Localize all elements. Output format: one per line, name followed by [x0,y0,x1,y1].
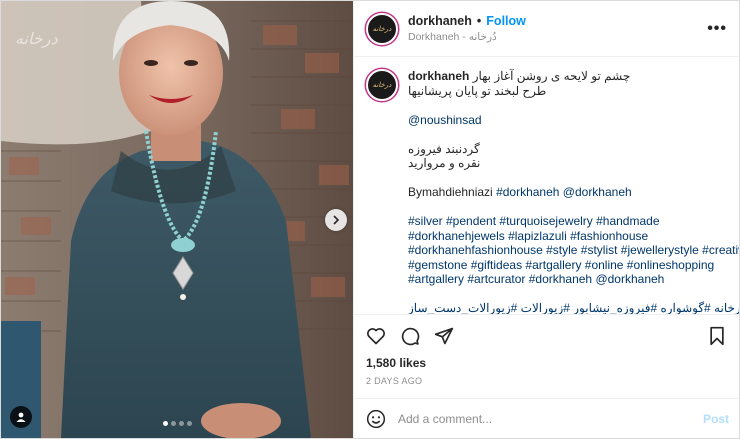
location-link[interactable]: Dorkhaneh - دُرخانه [408,31,707,43]
post-side-panel: درخانه dorkhaneh • Follow Dorkhaneh - دُ… [353,1,739,438]
carousel-dot [170,421,176,426]
persian-hashtag-line[interactable]: دُرخانه #گوشواره #فیروزه_نیشابور #زیورال… [408,301,739,314]
caption-persian-line-1: چشم تو لایحه ی روشن آغاز بهار [472,69,631,83]
carousel-dot [186,421,192,426]
caption-persian-desc-2: نقره و مروارید [408,156,481,170]
header-text: dorkhaneh • Follow Dorkhaneh - دُرخانه [408,14,707,43]
avatar-logo-text: درخانه [372,24,392,33]
instagram-post: درخانه درخانه dorkhaneh • Follow Dorkhan… [0,0,740,439]
photo-scene [1,1,353,438]
avatar-logo-text: درخانه [372,81,392,89]
share-icon [434,327,454,344]
post-comment-button[interactable]: Post [703,412,729,426]
caption-username[interactable]: dorkhaneh [408,69,469,83]
caption-avatar[interactable]: درخانه [366,69,398,101]
caption-section: درخانه dorkhaneh چشم تو لایحه ی روشن آغا… [354,57,739,314]
comment-icon [401,327,420,345]
emoji-icon [366,409,386,428]
avatar[interactable]: درخانه [366,12,398,45]
action-bar [354,314,739,356]
separator-dot: • [476,14,482,28]
comment-input[interactable] [398,411,703,426]
next-photo-button[interactable] [325,209,347,231]
comment-box: Post [354,398,739,438]
hashtag-line[interactable]: #silver #pendent #turquoisejewelry #hand… [408,214,739,229]
caption-persian-desc-1: گردنبند فیروزه [408,141,480,156]
bookmark-icon [710,326,724,345]
caption-text: dorkhaneh چشم تو لایحه ی روشن آغاز بهار … [408,69,739,314]
chevron-right-icon [333,215,340,225]
like-button[interactable] [364,324,388,348]
post-photo[interactable]: درخانه [1,1,353,438]
heart-icon [367,327,385,344]
follow-button[interactable]: Follow [486,14,526,28]
hashtag-line[interactable]: #dorkhanehjewels #lapizlazuli #fashionho… [408,229,739,244]
hashtag-line[interactable]: #gemstone #giftideas #artgallery #online… [408,258,739,273]
share-button[interactable] [432,324,456,348]
more-horizontal-icon: ••• [707,19,727,37]
mention-link[interactable]: @noushinsad [408,113,739,128]
more-options-button[interactable]: ••• [707,20,727,38]
credit-tags[interactable]: #dorkhaneh @dorkhaneh [496,185,632,199]
like-count[interactable]: 1,580 likes [354,356,739,372]
carousel-dot [178,421,184,426]
post-date[interactable]: 2 DAYS AGO [354,372,739,398]
post-header: درخانه dorkhaneh • Follow Dorkhaneh - دُ… [354,1,739,57]
photo-watermark: درخانه [15,29,58,48]
comment-button[interactable] [398,324,422,348]
hashtag-line[interactable]: #artgallery #artcurator #dorkhaneh @dork… [408,272,739,287]
carousel-indicator [1,421,353,426]
save-button[interactable] [705,324,729,348]
caption-persian-line-2: طرح لبخند تو پایان پریشانیها [408,83,547,98]
carousel-dot [162,421,168,426]
emoji-button[interactable] [364,407,388,431]
hashtag-line[interactable]: #dorkhanehfashionhouse #style #stylist #… [408,243,739,258]
credit-text: Bymahdiehniazi [408,185,497,199]
username-link[interactable]: dorkhaneh [408,14,472,28]
